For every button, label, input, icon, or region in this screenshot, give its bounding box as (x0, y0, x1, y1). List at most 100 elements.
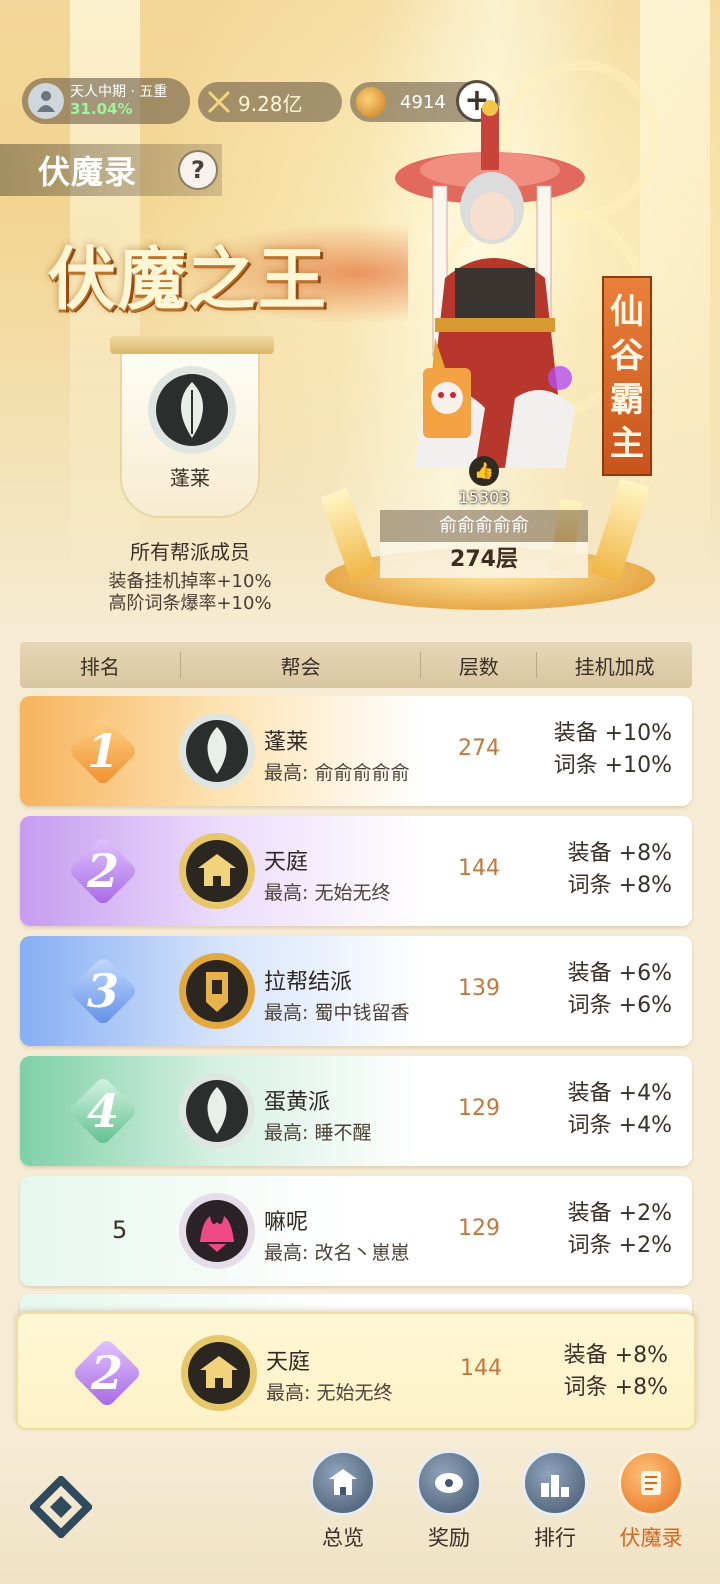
header-rank: 排名 (79, 654, 120, 679)
guild-name: 蛋黄派 (264, 1090, 331, 1115)
header-bonus: 挂机加成 (574, 654, 655, 679)
bonus-affix: 词条 +8% (567, 873, 672, 898)
bonus-line-affix: 高阶词条爆率+10% (108, 593, 272, 614)
table-row[interactable]: 1 蓬莱 最高: 俞俞俞俞俞 274 装备 +10% 词条 +10% (20, 696, 692, 806)
guild-best: 最高: 俞俞俞俞俞 (264, 758, 409, 785)
bonus-affix: 词条 +8% (563, 1375, 668, 1400)
bonus-line-drop: 装备挂机掉率+10% (108, 571, 272, 592)
guild-floor: 144 (458, 856, 500, 881)
guild-bonus: 装备 +2% 词条 +2% (568, 1198, 672, 1262)
guild-floor: 144 (460, 1356, 502, 1381)
rank-badge: 2 (67, 835, 139, 907)
best-player: 改名丶崽崽 (314, 1242, 410, 1264)
guild-name: 拉帮结派 (264, 970, 353, 995)
header-floor: 层数 (458, 654, 499, 679)
top-guild-card[interactable]: 蓬莱 (110, 336, 274, 518)
guild-best: 最高: 无始无终 (264, 878, 390, 905)
banner-logo-text: 伏魔之王 (48, 239, 329, 320)
like-widget[interactable]: 👍 15303 (452, 456, 516, 507)
honor-char: 主 (610, 424, 644, 464)
guild-name: 嘛呢 (264, 1210, 309, 1235)
palace-emblem-icon (181, 1335, 257, 1411)
bonus-affix: 词条 +6% (567, 993, 672, 1018)
bonus-heading: 所有帮派成员 (130, 540, 250, 564)
reward-chest-icon (416, 1450, 482, 1516)
best-prefix: 最高: (264, 762, 309, 784)
rank-number: 5 (112, 1216, 128, 1244)
home-diamond-icon[interactable] (30, 1476, 92, 1538)
realm-title: 天人中期 · 五重 (70, 84, 168, 100)
best-prefix: 最高: (264, 1242, 309, 1264)
guild-bonus: 装备 +8% 词条 +8% (564, 1340, 668, 1404)
best-prefix: 最高: (266, 1382, 311, 1404)
rank-number: 4 (86, 1084, 119, 1138)
tab-fumolu[interactable]: 伏魔录 (606, 1450, 696, 1570)
best-player: 无始无终 (314, 882, 391, 904)
guild-floor: 274 (458, 736, 500, 761)
scroll-icon (618, 1450, 684, 1516)
cultivator-avatar-icon (28, 83, 64, 119)
champion-character-portrait[interactable] (395, 78, 625, 498)
honor-char: 仙 (610, 292, 644, 332)
bottom-nav: 总览 奖励 排行 伏魔录 (0, 1434, 720, 1584)
rank-number: 3 (86, 964, 119, 1018)
rank-badge: 1 (67, 715, 139, 787)
bonus-affix: 词条 +4% (567, 1113, 672, 1138)
pagoda-icon (310, 1450, 376, 1516)
bonus-affix: 词条 +10% (553, 753, 672, 778)
tab-overview[interactable]: 总览 (298, 1450, 388, 1570)
ranking-podium-icon (522, 1450, 588, 1516)
tab-rewards[interactable]: 奖励 (404, 1450, 494, 1570)
tab-label: 伏魔录 (619, 1526, 683, 1550)
champion-floor: 274层 (380, 542, 588, 578)
help-button[interactable]: ? (178, 150, 218, 190)
honor-title-plate: 仙 谷 霸 主 (602, 276, 652, 476)
tab-label: 排行 (534, 1526, 576, 1550)
best-prefix: 最高: (264, 1002, 309, 1024)
guild-best: 最高: 改名丶崽崽 (264, 1238, 409, 1265)
bonus-equip: 装备 +8% (567, 841, 672, 866)
guild-name: 天庭 (266, 1350, 311, 1375)
best-player: 睡不醒 (314, 1122, 372, 1144)
table-row[interactable]: 5 嘛呢 最高: 改名丶崽崽 129 装备 +2% 词条 +2% (20, 1176, 692, 1286)
rank-badge: 3 (67, 955, 139, 1027)
table-row[interactable]: 4 蛋黄派 最高: 睡不醒 129 装备 +4% 词条 +4% (20, 1056, 692, 1166)
honor-char: 霸 (610, 380, 644, 420)
combat-power-chip[interactable]: 9.28亿 (198, 82, 342, 122)
page-title: 伏魔录 (38, 153, 138, 191)
tab-label: 总览 (322, 1526, 364, 1550)
guild-bonus: 装备 +10% 词条 +10% (554, 718, 672, 782)
tab-ranking[interactable]: 排行 (510, 1450, 600, 1570)
bonus-equip: 装备 +6% (567, 961, 672, 986)
bonus-equip: 装备 +2% (567, 1201, 672, 1226)
guild-bonus: 装备 +6% 词条 +6% (568, 958, 672, 1022)
guild-best: 最高: 睡不醒 (264, 1118, 371, 1145)
card-scroll-cap (110, 336, 274, 354)
crystal-shard (320, 487, 378, 583)
leaf-emblem-icon (179, 1073, 255, 1149)
guild-floor: 129 (458, 1216, 500, 1241)
banner-logo: 伏魔之王 (48, 218, 408, 328)
guild-floor: 129 (458, 1096, 500, 1121)
bonus-equip: 装备 +10% (553, 721, 672, 746)
rank-number: 2 (90, 1346, 123, 1400)
rank-number: 2 (86, 844, 119, 898)
ranking-table-header: 排名 帮会 层数 挂机加成 (20, 642, 692, 688)
best-player: 无始无终 (316, 1382, 393, 1404)
realm-progress: 31.04% (70, 100, 133, 118)
own-guild-row[interactable]: 2 天庭 最高: 无始无终 144 装备 +8% 词条 +8% (16, 1312, 696, 1430)
palace-emblem-icon (179, 833, 255, 909)
best-prefix: 最高: (264, 882, 309, 904)
champion-name: 俞俞俞俞俞 (380, 510, 588, 542)
realm-status-chip[interactable]: 天人中期 · 五重 31.04% (22, 78, 190, 124)
tab-label: 奖励 (428, 1526, 470, 1550)
best-prefix: 最高: (264, 1122, 309, 1144)
guild-bonus: 装备 +8% 词条 +8% (568, 838, 672, 902)
guild-bonus: 装备 +4% 词条 +4% (568, 1078, 672, 1142)
guild-name: 蓬莱 (264, 730, 309, 755)
table-row[interactable]: 2 天庭 最高: 无始无终 144 装备 +8% 词条 +8% (20, 816, 692, 926)
thumbs-up-icon[interactable]: 👍 (469, 456, 499, 486)
like-count: 15303 (458, 488, 510, 507)
top-guild-name: 蓬莱 (170, 466, 210, 490)
table-row[interactable]: 3 拉帮结派 最高: 蜀中钱留香 139 装备 +6% 词条 +6% (20, 936, 692, 1046)
